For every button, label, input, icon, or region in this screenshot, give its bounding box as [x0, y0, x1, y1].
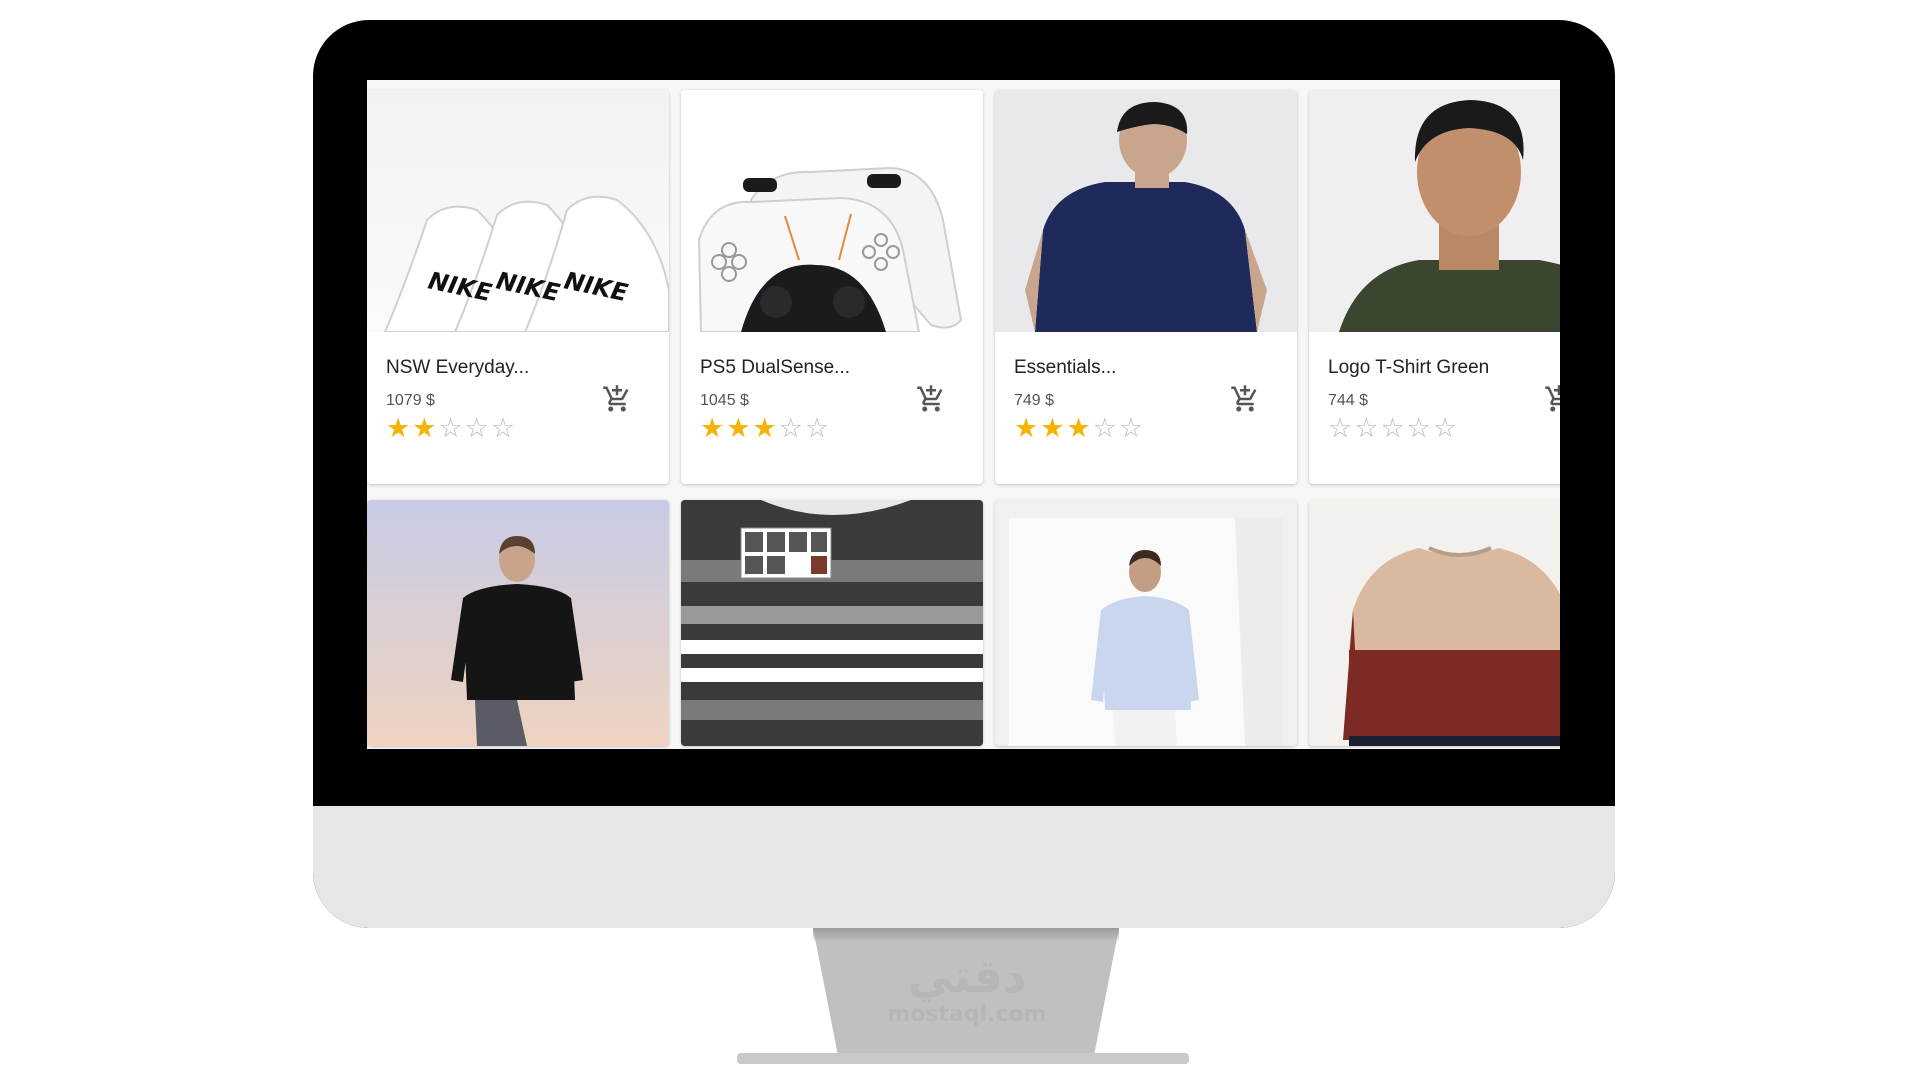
star-filled-icon[interactable]: ★: [752, 413, 778, 443]
product-price: 744 $: [1328, 392, 1369, 409]
star-filled-icon[interactable]: ★: [1040, 413, 1066, 443]
star-rating: ☆☆☆☆☆: [1328, 413, 1459, 443]
add-shopping-cart-icon[interactable]: [1230, 384, 1260, 414]
star-empty-icon[interactable]: ☆: [1354, 413, 1380, 443]
add-shopping-cart-icon[interactable]: [602, 384, 632, 414]
product-price: 1079 $: [386, 392, 435, 409]
watermark: دقتي mostaql.com: [852, 950, 1082, 1028]
star-filled-icon[interactable]: ★: [1014, 413, 1040, 443]
star-filled-icon[interactable]: ★: [726, 413, 752, 443]
star-empty-icon[interactable]: ☆: [1119, 413, 1145, 443]
product-card[interactable]: NIKE NIKE NIKE NSW Everyday... 1079 $ ★★…: [367, 90, 669, 484]
star-empty-icon[interactable]: ☆: [805, 413, 831, 443]
star-empty-icon[interactable]: ☆: [1093, 413, 1119, 443]
product-image[interactable]: [681, 90, 983, 332]
product-name[interactable]: NSW Everyday...: [386, 357, 529, 379]
product-grid-row-1: NIKE NIKE NIKE NSW Everyday... 1079 $ ★★…: [367, 90, 1560, 746]
product-card[interactable]: Logo T-Shirt Green 744 $ ☆☆☆☆☆: [1309, 90, 1560, 484]
watermark-bottom: mostaql.com: [887, 1002, 1047, 1027]
product-price: 1045 $: [700, 392, 749, 409]
product-image[interactable]: [1309, 90, 1560, 332]
star-empty-icon[interactable]: ☆: [1433, 413, 1459, 443]
star-empty-icon[interactable]: ☆: [491, 413, 517, 443]
product-info: NSW Everyday... 1079 $ ★★☆☆☆: [367, 332, 669, 484]
add-shopping-cart-icon[interactable]: [916, 384, 946, 414]
product-image[interactable]: NIKE NIKE NIKE: [367, 90, 669, 332]
product-image[interactable]: [367, 500, 669, 746]
product-card[interactable]: [995, 500, 1297, 746]
star-empty-icon[interactable]: ☆: [465, 413, 491, 443]
product-info: PS5 DualSense... 1045 $ ★★★☆☆: [681, 332, 983, 484]
star-filled-icon[interactable]: ★: [412, 413, 438, 443]
star-empty-icon[interactable]: ☆: [1380, 413, 1406, 443]
product-card[interactable]: [1309, 500, 1560, 746]
product-card[interactable]: [681, 500, 983, 746]
watermark-top: دقتي: [907, 949, 1027, 1003]
star-filled-icon[interactable]: ★: [700, 413, 726, 443]
star-filled-icon[interactable]: ★: [1066, 413, 1092, 443]
star-empty-icon[interactable]: ☆: [1328, 413, 1354, 443]
product-image[interactable]: [681, 500, 983, 746]
product-info: Logo T-Shirt Green 744 $ ☆☆☆☆☆: [1309, 332, 1560, 484]
star-rating: ★★★☆☆: [700, 413, 831, 443]
product-name[interactable]: Logo T-Shirt Green: [1328, 357, 1489, 379]
monitor-stand-shadow: [813, 928, 1119, 942]
product-price: 749 $: [1014, 392, 1055, 409]
product-image[interactable]: [995, 500, 1297, 746]
screen: NIKE NIKE NIKE NSW Everyday... 1079 $ ★★…: [367, 80, 1560, 749]
product-name[interactable]: PS5 DualSense...: [700, 357, 850, 379]
star-empty-icon[interactable]: ☆: [1407, 413, 1433, 443]
product-card[interactable]: Essentials... 749 $ ★★★☆☆: [995, 90, 1297, 484]
star-filled-icon[interactable]: ★: [386, 413, 412, 443]
product-info: Essentials... 749 $ ★★★☆☆: [995, 332, 1297, 484]
monitor-stand-foot: [737, 1053, 1189, 1064]
monitor-chin: [313, 806, 1615, 928]
star-rating: ★★★☆☆: [1014, 413, 1145, 443]
product-image[interactable]: [1309, 500, 1560, 746]
product-image[interactable]: [995, 90, 1297, 332]
add-shopping-cart-icon[interactable]: [1544, 384, 1560, 414]
star-rating: ★★☆☆☆: [386, 413, 517, 443]
product-name[interactable]: Essentials...: [1014, 357, 1116, 379]
product-card[interactable]: [367, 500, 669, 746]
star-empty-icon[interactable]: ☆: [779, 413, 805, 443]
star-empty-icon[interactable]: ☆: [438, 413, 464, 443]
product-card[interactable]: PS5 DualSense... 1045 $ ★★★☆☆: [681, 90, 983, 484]
